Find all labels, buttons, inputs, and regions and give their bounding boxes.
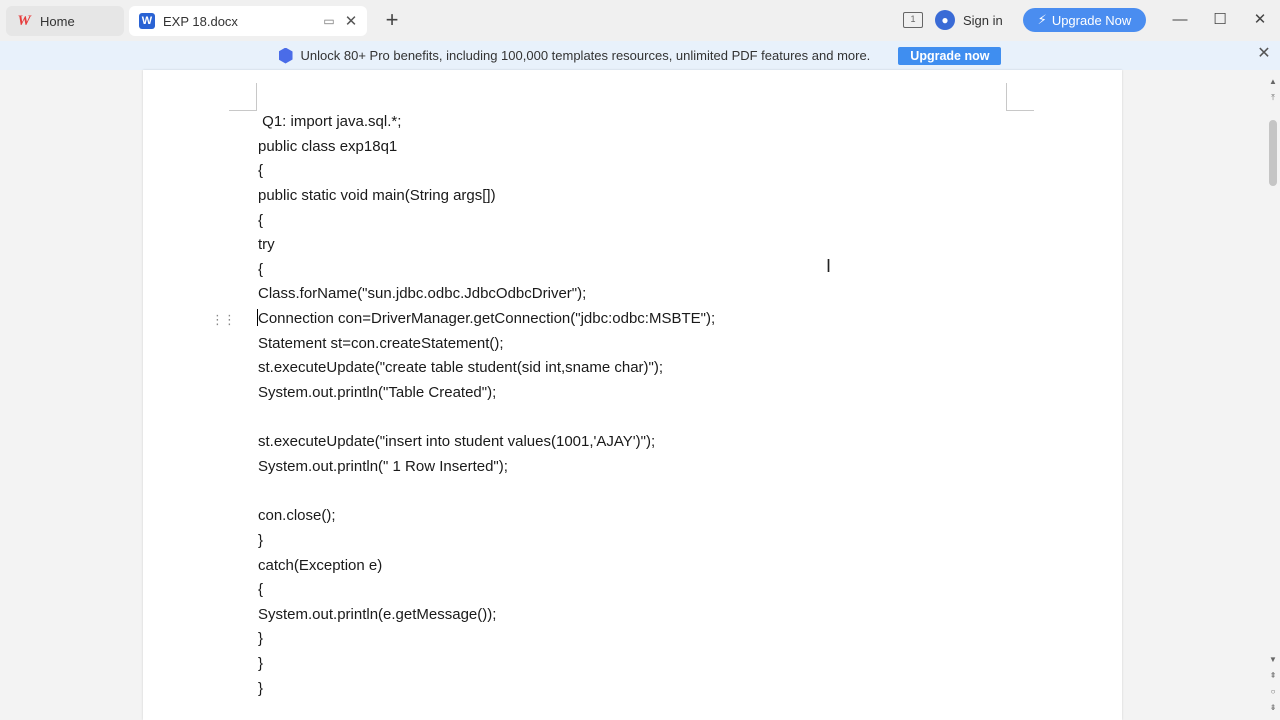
- select-browse-object-icon[interactable]: ○: [1268, 687, 1278, 697]
- code-line: {: [258, 260, 264, 278]
- new-tab-button[interactable]: +: [382, 9, 402, 31]
- i-beam-cursor-icon: I: [826, 256, 832, 276]
- lightning-icon: ⚡: [1037, 12, 1047, 27]
- scroll-top-icon[interactable]: ⤒: [1268, 93, 1278, 103]
- code-line: }: [258, 531, 264, 549]
- sign-in-label: Sign in: [963, 12, 1003, 28]
- tab-document[interactable]: W EXP 18.docx ▭ ✕: [129, 6, 367, 36]
- avatar-icon: ●: [935, 10, 955, 30]
- title-bar: W Home W EXP 18.docx ▭ ✕ + 1 ● Sign in ⚡…: [0, 0, 1280, 41]
- margin-corner-top-right: [1006, 83, 1034, 111]
- tab-home[interactable]: W Home: [6, 6, 124, 36]
- code-line: {: [258, 211, 264, 229]
- code-line: }: [258, 655, 264, 673]
- close-window-button[interactable]: ✕: [1250, 10, 1270, 30]
- banner-upgrade-button[interactable]: Upgrade now: [898, 46, 1002, 65]
- code-line: System.out.println("Table Created");: [258, 384, 497, 402]
- code-line: try: [258, 236, 275, 254]
- code-line-active: Connection con=DriverManager.getConnecti…: [257, 309, 716, 328]
- previous-page-icon[interactable]: ⇞: [1268, 671, 1278, 681]
- code-line: Q1: import java.sql.*;: [258, 113, 402, 130]
- wps-logo-icon: W: [17, 12, 31, 29]
- margin-corner-top-left: [229, 83, 257, 111]
- code-line: System.out.println(" 1 Row Inserted");: [258, 457, 508, 475]
- code-line: st.executeUpdate("create table student(s…: [258, 359, 664, 377]
- upgrade-now-label: Upgrade Now: [1051, 12, 1132, 28]
- upgrade-now-button[interactable]: ⚡ Upgrade Now: [1023, 8, 1146, 32]
- maximize-button[interactable]: ☐: [1210, 10, 1230, 30]
- code-line: }: [258, 630, 264, 648]
- code-line: catch(Exception e): [258, 556, 383, 574]
- monitor-icon[interactable]: ▭: [322, 14, 336, 28]
- tab-home-label: Home: [40, 13, 75, 29]
- scroll-down-icon[interactable]: ▼: [1268, 655, 1278, 665]
- scrollbar-thumb[interactable]: [1269, 120, 1277, 186]
- code-line: {: [258, 162, 264, 180]
- code-line: {: [258, 581, 264, 599]
- pro-badge-icon: [278, 47, 293, 64]
- word-doc-icon: W: [139, 13, 155, 29]
- layout-icon[interactable]: 1: [903, 12, 923, 28]
- banner-close-icon[interactable]: ✕: [1256, 46, 1272, 62]
- code-line: public class exp18q1: [258, 137, 398, 155]
- code-line: System.out.println(e.getMessage());: [258, 605, 497, 623]
- code-line: st.executeUpdate("insert into student va…: [258, 433, 656, 451]
- code-line: con.close();: [258, 507, 336, 525]
- minimize-button[interactable]: —: [1170, 10, 1190, 30]
- scroll-up-icon[interactable]: ▲: [1268, 77, 1278, 87]
- banner-text: Unlock 80+ Pro benefits, including 100,0…: [300, 48, 871, 63]
- code-line: }: [258, 679, 264, 697]
- promo-banner: Unlock 80+ Pro benefits, including 100,0…: [0, 41, 1280, 70]
- code-line: Class.forName("sun.jdbc.odbc.JdbcOdbcDri…: [258, 285, 587, 303]
- code-line: Statement st=con.createStatement();: [258, 334, 504, 352]
- code-line: public static void main(String args[]): [258, 186, 496, 204]
- close-tab-icon[interactable]: ✕: [344, 13, 358, 30]
- tab-document-label: EXP 18.docx: [163, 13, 238, 29]
- drag-handle-icon[interactable]: ⋮⋮: [211, 312, 236, 328]
- next-page-icon[interactable]: ⇟: [1268, 703, 1278, 713]
- document-body[interactable]: Q1: import java.sql.*; public class exp1…: [257, 110, 716, 701]
- sign-in-button[interactable]: ● Sign in: [935, 9, 1003, 31]
